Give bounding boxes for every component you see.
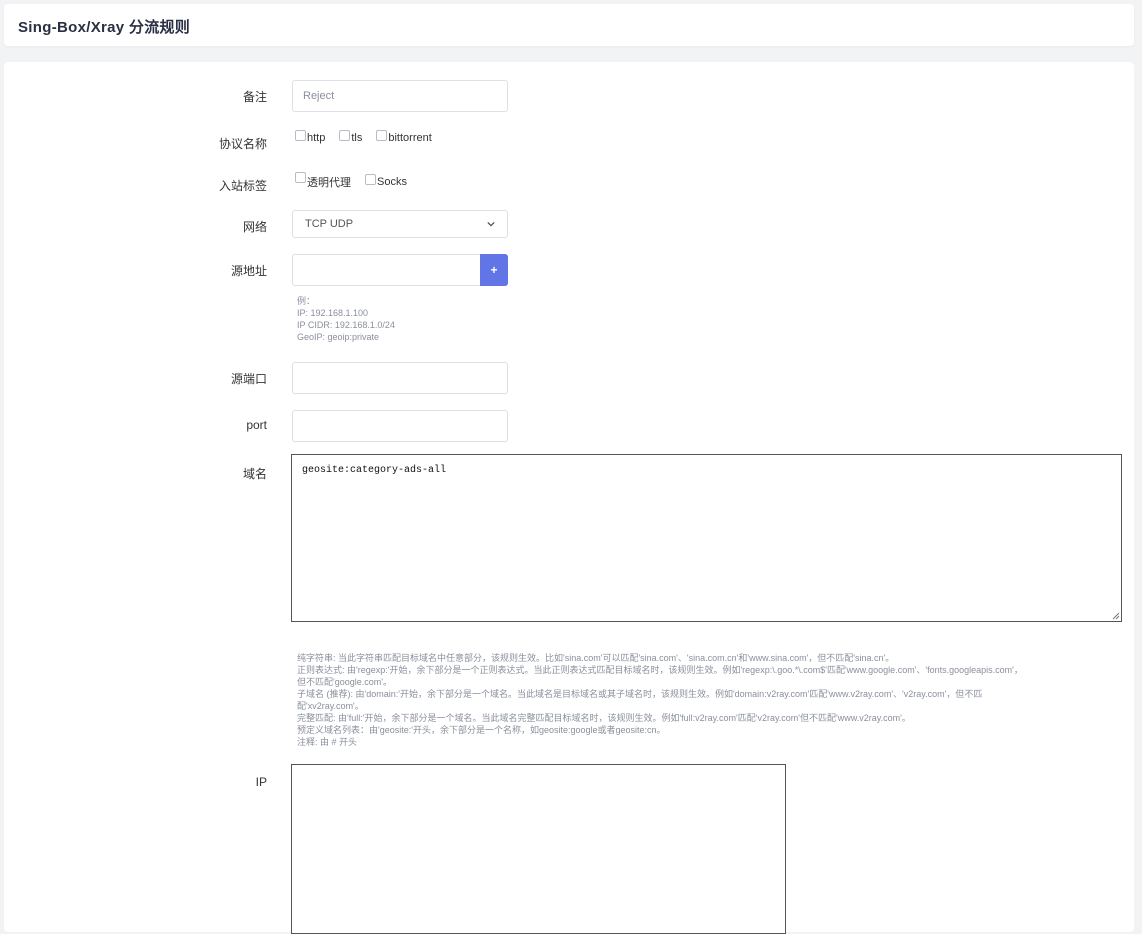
domain-textarea[interactable] xyxy=(291,454,1122,622)
port-input[interactable] xyxy=(292,410,508,442)
domain-hint: 纯字符串: 当此字符串匹配目标域名中任意部分，该规则生效。比如'sina.com… xyxy=(297,653,1023,747)
protocol-checkbox-tls[interactable]: tls xyxy=(339,130,363,144)
source-label: 源地址 xyxy=(230,264,267,278)
source-hint: 例： IP: 192.168.1.100 IP CIDR: 192.168.1.… xyxy=(297,296,395,342)
checkbox-icon[interactable] xyxy=(295,172,306,183)
inbound-checkbox-transparent-proxy[interactable]: 透明代理 xyxy=(295,172,351,190)
protocol-checkbox-bittorrent[interactable]: bittorrent xyxy=(376,130,432,144)
checkbox-icon[interactable] xyxy=(376,130,388,141)
protocol-checkbox-http[interactable]: http xyxy=(295,130,326,144)
inbound-checkbox-group: 透明代理 Socks xyxy=(295,172,421,190)
protocol-option-label: http xyxy=(307,132,326,144)
source-port-input[interactable] xyxy=(292,362,508,394)
remark-input[interactable] xyxy=(292,80,508,112)
checkbox-icon[interactable] xyxy=(295,130,306,141)
network-label: 网络 xyxy=(242,220,267,234)
protocol-option-label: bittorrent xyxy=(388,132,432,144)
source-port-label: 源端口 xyxy=(230,372,267,386)
network-select[interactable]: TCP UDP xyxy=(292,210,508,238)
protocol-checkbox-group: http tls bittorrent xyxy=(295,130,446,144)
domain-label: 域名 xyxy=(242,467,267,481)
port-label: port xyxy=(246,418,267,432)
inbound-option-label: 透明代理 xyxy=(307,177,351,189)
protocol-label: 协议名称 xyxy=(218,137,267,151)
chevron-down-icon xyxy=(487,221,495,227)
checkbox-icon[interactable] xyxy=(339,130,351,141)
ip-label: IP xyxy=(255,775,267,789)
remark-label: 备注 xyxy=(242,90,267,104)
checkbox-icon[interactable] xyxy=(365,174,376,185)
inbound-option-label: Socks xyxy=(377,176,407,188)
network-select-value: TCP UDP xyxy=(305,218,354,230)
header-card: Sing-Box/Xray 分流规则 xyxy=(4,4,1134,46)
inbound-checkbox-socks[interactable]: Socks xyxy=(365,174,407,188)
source-input[interactable] xyxy=(292,254,481,286)
ip-textarea[interactable] xyxy=(291,764,786,934)
inbound-label: 入站标签 xyxy=(218,179,267,193)
source-add-button[interactable]: + xyxy=(480,254,508,286)
page-title: Sing-Box/Xray 分流规则 xyxy=(18,19,191,36)
protocol-option-label: tls xyxy=(351,132,363,144)
resize-grip-icon[interactable] xyxy=(1112,612,1120,620)
